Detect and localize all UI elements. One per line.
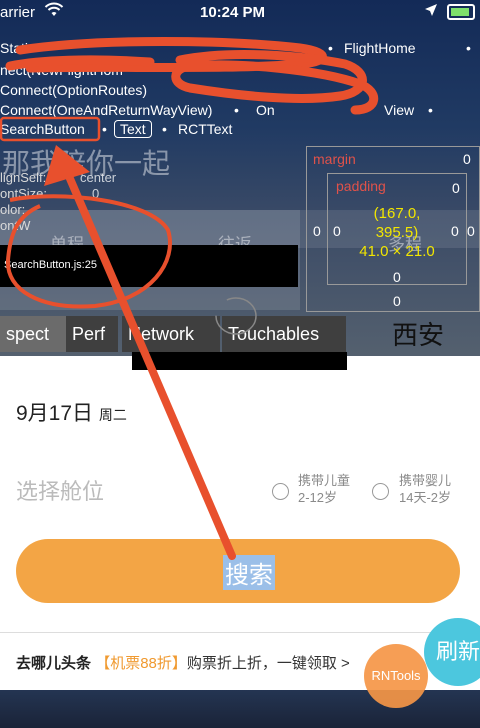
news-source: 去哪儿头条: [16, 655, 92, 672]
margin-left-value: 0: [313, 223, 321, 239]
inspector-highlight-bar-top: [132, 352, 347, 370]
margin-label: margin: [313, 151, 356, 167]
divider: [0, 632, 480, 633]
margin-top-value: 0: [463, 151, 471, 167]
box-model-panel: margin 0 padding 0 (167.0, 395.5) 41.0 ×…: [306, 146, 480, 312]
tab-network[interactable]: Network: [122, 316, 220, 352]
style-prop-color: olor:: [0, 202, 26, 217]
hierarchy-item-flighthome[interactable]: FlightHome: [344, 40, 416, 56]
element-size: 41.0 × 21.0: [359, 243, 435, 260]
hierarchy-item-text[interactable]: Text: [114, 120, 152, 138]
rntools-button[interactable]: RNTools: [364, 644, 428, 708]
hierarchy-item-view[interactable]: View: [384, 102, 414, 118]
child-option[interactable]: 携带儿童 2-12岁: [298, 472, 350, 506]
search-button-label: 搜索: [223, 555, 275, 590]
padding-top-value: 0: [452, 180, 460, 196]
infant-option-title: 携带婴儿: [399, 473, 452, 488]
clock: 10:24 PM: [200, 4, 266, 21]
infant-option[interactable]: 携带婴儿 14天-2岁: [399, 472, 451, 506]
destination-city[interactable]: 西安: [392, 315, 444, 352]
tab-touchables[interactable]: Touchables: [222, 316, 346, 352]
element-position-y: 395.5): [375, 224, 419, 241]
element-position: (167.0, 395.5) 41.0 × 21.0: [328, 204, 466, 261]
style-prop-fontweight: ontW: [0, 218, 31, 233]
child-option-sub: 2-12岁: [298, 490, 338, 505]
hierarchy-item-newflighthome[interactable]: nect(NewFlightHom: [0, 62, 123, 78]
status-bar: arrier 10:24 PM: [0, 0, 480, 26]
news-text: 购票折上折，一键领取 >: [186, 655, 350, 672]
padding-right-value: 0: [451, 223, 459, 239]
hierarchy-item-searchbutton[interactable]: SearchButton: [0, 121, 85, 137]
hierarchy-dot: •: [328, 40, 333, 56]
hierarchy-item-rcttext[interactable]: RCTText: [178, 121, 232, 137]
hierarchy-dot: •: [428, 102, 433, 118]
hierarchy-item-oneandreturn[interactable]: Connect(OneAndReturnWayView): [0, 102, 212, 118]
hierarchy-dot: •: [162, 121, 167, 137]
date-day: 9月17日: [16, 402, 94, 425]
padding-left-value: 0: [333, 223, 341, 239]
hierarchy-item-on[interactable]: On: [256, 102, 275, 118]
infant-radio[interactable]: [372, 483, 389, 500]
style-value-size: 0: [92, 186, 100, 201]
padding-label: padding: [336, 178, 386, 194]
style-prop-fontsize: ontSize:: [0, 186, 47, 201]
style-prop-alignself: lignSelf:: [0, 170, 47, 185]
padding-bottom-value: 0: [393, 269, 401, 285]
wifi-icon: [44, 2, 64, 16]
battery-icon: [447, 4, 475, 20]
hierarchy-dot: •: [234, 102, 239, 118]
margin-right-value: 0: [467, 223, 475, 239]
tab-perf[interactable]: Perf: [66, 316, 118, 352]
source-location-bar[interactable]: SearchButton.js:25: [0, 245, 298, 287]
cabin-class-select[interactable]: 选择舱位: [16, 474, 104, 506]
hierarchy-dot: •: [466, 40, 471, 56]
departure-date[interactable]: 9月17日 周二: [16, 397, 127, 427]
child-radio[interactable]: [272, 483, 289, 500]
hierarchy-item-optionroutes[interactable]: Connect(OptionRoutes): [0, 82, 147, 98]
carrier-label: arrier: [0, 4, 36, 21]
source-file-label: SearchButton.js:25: [4, 259, 97, 271]
child-option-title: 携带儿童: [298, 473, 351, 488]
hierarchy-dot: •: [102, 121, 107, 137]
style-value-align: center: [80, 170, 117, 185]
date-weekday: 周二: [98, 407, 127, 423]
hierarchy-item-stati[interactable]: Stati: [0, 40, 28, 56]
margin-bottom-value: 0: [393, 293, 401, 309]
infant-option-sub: 14天-2岁: [399, 490, 452, 505]
style-properties: lignSelf: ontSize: olor: ontW: [0, 170, 47, 234]
news-ticker[interactable]: 去哪儿头条 【机票88折】购票折上折，一键领取 >: [16, 652, 350, 673]
location-arrow-icon: [425, 4, 437, 16]
element-position-x: (167.0,: [373, 205, 421, 222]
search-button[interactable]: 搜索: [16, 539, 460, 603]
news-promo: 【机票88折】: [95, 655, 187, 672]
